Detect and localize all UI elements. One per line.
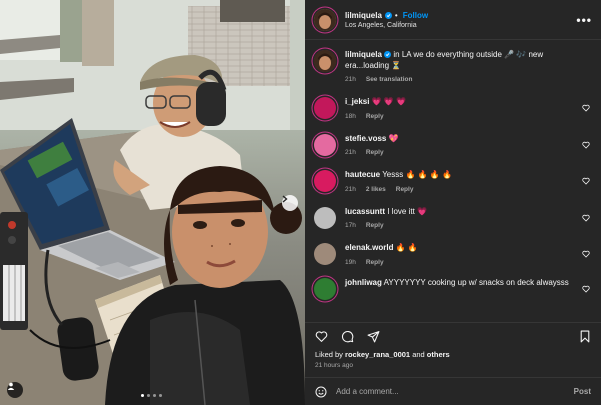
author-avatar[interactable] — [314, 50, 336, 72]
comment-item: stefie.voss 💖 21h Reply — [314, 133, 592, 156]
reply-button[interactable]: Reply — [366, 259, 384, 266]
carousel-dot — [147, 394, 150, 397]
emoji-button[interactable] — [315, 386, 327, 398]
comment-time[interactable]: 21h — [345, 149, 356, 156]
like-button[interactable] — [315, 330, 328, 343]
heart-icon — [582, 177, 590, 185]
next-photo-button[interactable] — [282, 195, 298, 211]
avatar-face-icon — [314, 8, 336, 31]
carousel-indicator — [141, 394, 162, 397]
author-username[interactable]: lilmiquela — [345, 11, 382, 20]
post-caption: lilmiquela in LA we do everything outsid… — [314, 50, 592, 83]
comment-username[interactable]: elenak.world — [345, 243, 393, 252]
add-comment-input[interactable] — [336, 387, 574, 396]
likes-summary: Liked by rockey_rana_0001 and others — [305, 350, 601, 359]
see-translation-button[interactable]: See translation — [366, 76, 413, 83]
avatar-face-icon — [314, 50, 336, 72]
comment-username[interactable]: lucassuntt — [345, 207, 385, 216]
comment-username[interactable]: stefie.voss — [345, 134, 386, 143]
comment-icon — [341, 330, 354, 343]
comment-username[interactable]: johnliwag — [345, 278, 382, 287]
more-options-button[interactable]: ••• — [576, 13, 592, 27]
comment-like-button[interactable] — [582, 214, 590, 222]
commenter-avatar[interactable] — [314, 206, 336, 229]
comment-like-button[interactable] — [582, 104, 590, 112]
add-comment-bar: Post — [305, 377, 601, 405]
likes-prefix: Liked by — [315, 350, 343, 359]
verified-badge-icon — [384, 51, 392, 59]
carousel-dot — [153, 394, 156, 397]
comment-text: 💗 💗 💗 — [371, 97, 407, 106]
comment-text: 💖 — [388, 133, 399, 143]
bookmark-icon — [580, 330, 590, 343]
comment-username[interactable]: i_jeksi — [345, 97, 369, 106]
emoji-icon — [315, 386, 327, 397]
heart-icon — [582, 214, 590, 222]
comment-like-button[interactable] — [582, 250, 590, 258]
reply-button[interactable]: Reply — [366, 113, 384, 120]
heart-icon — [582, 104, 590, 112]
commenter-avatar[interactable] — [314, 243, 336, 265]
header-separator: • — [394, 10, 398, 20]
share-icon — [367, 331, 380, 343]
instagram-post: lilmiquela • Follow Los Angeles, Califor… — [0, 0, 601, 405]
comments-list[interactable]: lilmiquela in LA we do everything outsid… — [305, 40, 601, 322]
post-timestamp[interactable]: 21 hours ago — [305, 359, 601, 369]
user-tag-icon — [7, 382, 15, 390]
heart-icon — [582, 141, 590, 149]
likes-connector: and — [412, 350, 425, 359]
comment-item: johnliwag AYYYYYYY cooking up w/ snacks … — [314, 277, 592, 300]
comment-item: hautecue Yesss 🔥 🔥 🔥 🔥 21h 2 likes Reply — [314, 170, 592, 193]
comment-time[interactable]: 21h — [345, 186, 356, 193]
comment-item: i_jeksi 💗 💗 💗 18h Reply — [314, 97, 592, 120]
post-action-bar — [305, 322, 601, 350]
reply-button[interactable]: Reply — [396, 186, 414, 193]
comment-item: lucassuntt I love itt 💗 17h Reply — [314, 206, 592, 229]
comment-likes-count[interactable]: 2 likes — [366, 186, 386, 193]
comment-like-button[interactable] — [582, 285, 590, 293]
commenter-avatar[interactable] — [314, 170, 336, 192]
liked-by-others-link[interactable]: others — [427, 350, 450, 359]
liked-by-user[interactable]: rockey_rana_0001 — [345, 350, 410, 359]
post-photo[interactable] — [0, 0, 305, 405]
caption-username[interactable]: lilmiquela — [345, 50, 382, 59]
heart-icon — [315, 331, 328, 342]
carousel-dot — [159, 394, 162, 397]
post-location[interactable]: Los Angeles, California — [345, 22, 576, 29]
comment-time[interactable]: 18h — [345, 113, 356, 120]
author-avatar[interactable] — [314, 8, 336, 31]
post-comment-button[interactable]: Post — [574, 387, 591, 396]
reply-button[interactable]: Reply — [366, 222, 384, 229]
comment-text: 🔥 🔥 — [395, 243, 418, 252]
comment-text: I love itt 💗 — [387, 206, 427, 216]
share-button[interactable] — [367, 330, 380, 343]
comment-like-button[interactable] — [582, 141, 590, 149]
post-side-panel: lilmiquela • Follow Los Angeles, Califor… — [305, 0, 601, 405]
post-header: lilmiquela • Follow Los Angeles, Califor… — [305, 0, 601, 40]
save-button[interactable] — [579, 330, 591, 343]
follow-button[interactable]: Follow — [403, 11, 428, 20]
carousel-dot — [141, 394, 144, 397]
photo-illustration — [0, 0, 305, 405]
commenter-avatar[interactable] — [314, 277, 336, 300]
reply-button[interactable]: Reply — [366, 149, 384, 156]
commenter-avatar[interactable] — [314, 97, 336, 119]
heart-icon — [582, 285, 590, 293]
comment-text: AYYYYYYY cooking up w/ snacks on deck al… — [383, 277, 569, 287]
comment-text: Yesss 🔥 🔥 🔥 🔥 — [382, 170, 452, 179]
comment-like-button[interactable] — [582, 177, 590, 185]
comment-username[interactable]: hautecue — [345, 170, 380, 179]
commenter-avatar[interactable] — [314, 133, 336, 156]
caption-time[interactable]: 21h — [345, 76, 356, 83]
heart-icon — [582, 250, 590, 258]
comment-button[interactable] — [341, 330, 354, 343]
comment-time[interactable]: 17h — [345, 222, 356, 229]
chevron-right-icon — [282, 195, 288, 203]
tagged-users-button[interactable] — [7, 382, 23, 398]
verified-badge-icon — [384, 11, 392, 19]
comment-item: elenak.world 🔥 🔥 19h Reply — [314, 243, 592, 266]
comment-time[interactable]: 19h — [345, 259, 356, 266]
